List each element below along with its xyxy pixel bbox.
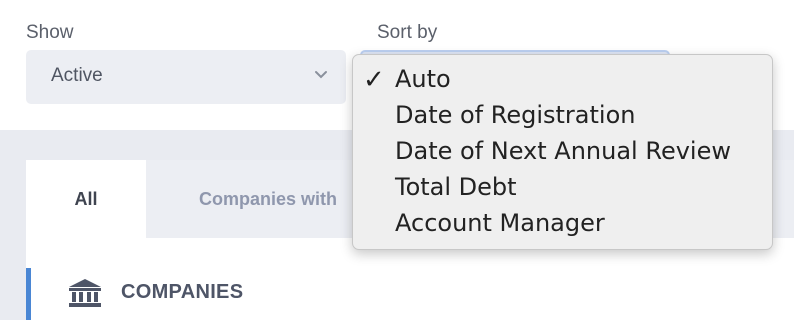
section-accent-bar: [26, 268, 31, 320]
sort-option-date-of-registration[interactable]: Date of Registration: [395, 101, 635, 129]
checkmark-icon: ✓: [363, 65, 385, 95]
section-title: COMPANIES: [121, 281, 244, 303]
sort-option-total-debt[interactable]: Total Debt: [395, 173, 517, 201]
sort-by-label: Sort by: [377, 22, 438, 43]
companies-panel: [26, 238, 794, 320]
bank-icon: [69, 279, 101, 307]
tab-companies-with[interactable]: Companies with: [146, 160, 366, 238]
sort-by-dropdown-menu: ✓ Auto Date of Registration Date of Next…: [352, 54, 773, 250]
chevron-down-icon: [315, 71, 327, 79]
sort-option-auto[interactable]: Auto: [395, 65, 451, 93]
sort-option-date-of-next-annual-review[interactable]: Date of Next Annual Review: [395, 137, 731, 165]
show-select-value: Active: [51, 65, 103, 86]
sort-option-account-manager[interactable]: Account Manager: [395, 209, 605, 237]
tab-all[interactable]: All: [26, 160, 146, 238]
show-select[interactable]: Active: [26, 50, 346, 104]
show-label: Show: [26, 22, 74, 43]
